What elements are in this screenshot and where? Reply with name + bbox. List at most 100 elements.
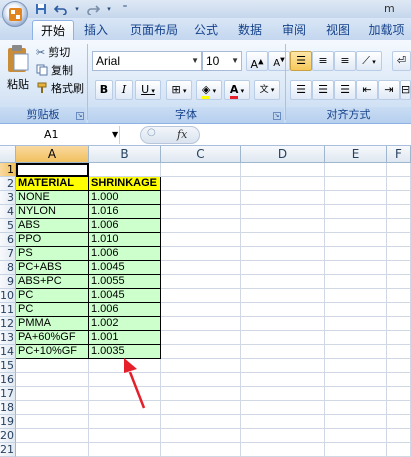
cell[interactable] (387, 401, 411, 415)
cell[interactable] (387, 443, 411, 457)
cell[interactable] (325, 289, 387, 303)
tab-home[interactable]: 开始 (32, 20, 74, 40)
column-header[interactable]: E (325, 146, 387, 163)
row-header[interactable]: 19 (0, 415, 16, 429)
font-color-button[interactable]: A ▾ (224, 80, 250, 100)
align-bottom-button[interactable]: ≡ (334, 51, 356, 71)
shrinkage-cell[interactable]: 1.0055 (89, 275, 161, 289)
cell[interactable] (16, 373, 89, 387)
row-header[interactable]: 2 (0, 177, 16, 191)
cell[interactable] (241, 219, 325, 233)
insert-function-button[interactable]: fx (177, 128, 187, 141)
material-cell[interactable]: PC+10%GF (16, 345, 89, 359)
cell[interactable] (325, 415, 387, 429)
cell[interactable] (325, 163, 387, 177)
cell[interactable] (241, 303, 325, 317)
row-header[interactable]: 15 (0, 359, 16, 373)
header-cell-shrinkage[interactable]: SHRINKAGE (89, 177, 161, 191)
font-name-select[interactable]: Arial ▼ (92, 51, 202, 71)
cell[interactable] (89, 163, 161, 177)
borders-button[interactable]: ⊞ ▾ (166, 80, 192, 100)
cell[interactable] (325, 191, 387, 205)
cell[interactable] (325, 317, 387, 331)
cell[interactable] (387, 177, 411, 191)
cell[interactable] (241, 205, 325, 219)
increase-indent-button[interactable]: ⇥ (378, 80, 400, 100)
cell[interactable] (161, 359, 241, 373)
cell[interactable] (387, 219, 411, 233)
fill-color-button[interactable]: ◈ ▾ (196, 80, 222, 100)
cell[interactable] (16, 415, 89, 429)
cell[interactable] (241, 191, 325, 205)
row-header[interactable]: 4 (0, 205, 16, 219)
cell[interactable] (16, 359, 89, 373)
cell[interactable] (16, 387, 89, 401)
tab-formulas[interactable]: 公式 (188, 20, 224, 40)
shrinkage-cell[interactable]: 1.0045 (89, 261, 161, 275)
customize-icon[interactable]: ⁼ (118, 3, 132, 16)
shrinkage-cell[interactable]: 1.016 (89, 205, 161, 219)
cell[interactable] (241, 163, 325, 177)
underline-button[interactable]: U ▾ (135, 80, 161, 100)
row-header[interactable]: 21 (0, 443, 16, 457)
active-cell[interactable] (16, 163, 89, 177)
cell[interactable] (241, 345, 325, 359)
cell[interactable] (89, 359, 161, 373)
cell[interactable] (325, 387, 387, 401)
undo-dropdown-icon[interactable]: ▾ (74, 3, 80, 16)
cell[interactable] (161, 191, 241, 205)
row-header[interactable]: 1 (0, 163, 16, 177)
cell[interactable] (387, 415, 411, 429)
italic-button[interactable]: I (115, 80, 133, 100)
material-cell[interactable]: PC (16, 303, 89, 317)
row-header[interactable]: 13 (0, 331, 16, 345)
cell[interactable] (325, 261, 387, 275)
cell[interactable] (89, 429, 161, 443)
material-cell[interactable]: PPO (16, 233, 89, 247)
cell[interactable] (241, 415, 325, 429)
cell[interactable] (325, 303, 387, 317)
cell[interactable] (161, 163, 241, 177)
cell[interactable] (241, 331, 325, 345)
shrinkage-cell[interactable]: 1.006 (89, 247, 161, 261)
cell[interactable] (241, 317, 325, 331)
cell[interactable] (325, 331, 387, 345)
cell[interactable] (16, 429, 89, 443)
cell[interactable] (387, 317, 411, 331)
cell[interactable] (89, 415, 161, 429)
cell[interactable] (387, 303, 411, 317)
row-header[interactable]: 16 (0, 373, 16, 387)
cell[interactable] (325, 177, 387, 191)
cell[interactable] (241, 289, 325, 303)
material-cell[interactable]: NONE (16, 191, 89, 205)
row-header[interactable]: 12 (0, 317, 16, 331)
clipboard-launcher-icon[interactable]: ↘ (76, 112, 84, 120)
cell[interactable] (325, 443, 387, 457)
row-header[interactable]: 17 (0, 387, 16, 401)
material-cell[interactable]: PA+60%GF (16, 331, 89, 345)
column-header[interactable]: D (241, 146, 325, 163)
cell[interactable] (241, 373, 325, 387)
shrinkage-cell[interactable]: 1.002 (89, 317, 161, 331)
cell[interactable] (387, 205, 411, 219)
cell[interactable] (241, 275, 325, 289)
cell[interactable] (161, 331, 241, 345)
shrinkage-cell[interactable]: 1.000 (89, 191, 161, 205)
orientation-button[interactable]: ⟋ ▾ (356, 51, 382, 71)
cell[interactable] (325, 373, 387, 387)
cell[interactable] (16, 401, 89, 415)
row-header[interactable]: 18 (0, 401, 16, 415)
shrink-font-button[interactable]: A▼ (268, 51, 290, 71)
row-header[interactable]: 11 (0, 303, 16, 317)
column-header[interactable]: B (89, 146, 161, 163)
decrease-indent-button[interactable]: ⇤ (356, 80, 378, 100)
column-header[interactable]: C (161, 146, 241, 163)
cell[interactable] (16, 443, 89, 457)
row-header[interactable]: 10 (0, 289, 16, 303)
shrinkage-cell[interactable]: 1.0035 (89, 345, 161, 359)
align-left-button[interactable]: ☰ (290, 80, 312, 100)
cell[interactable] (161, 289, 241, 303)
cell[interactable] (387, 345, 411, 359)
cell[interactable] (161, 415, 241, 429)
bold-button[interactable]: B (95, 80, 113, 100)
